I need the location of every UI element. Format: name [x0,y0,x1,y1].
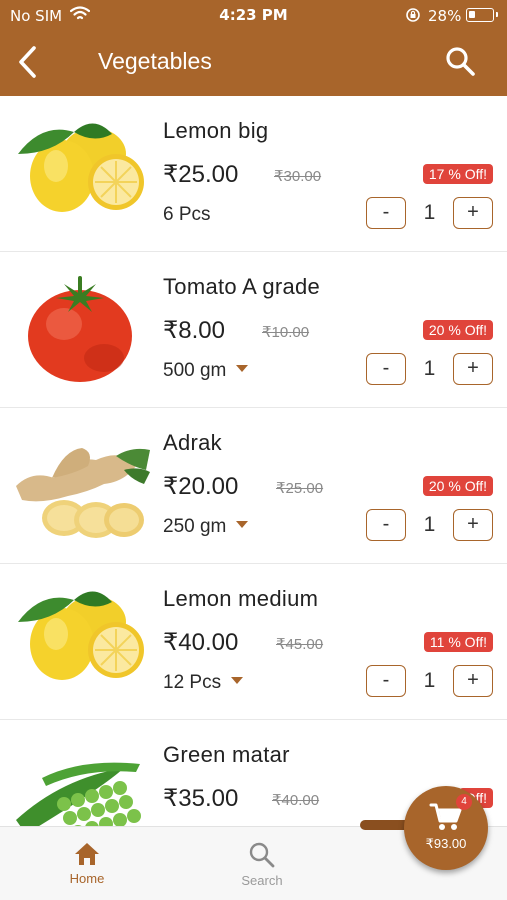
discount-badge: 20 % Off! [422,476,493,496]
product-mrp: ₹10.00 [262,324,310,341]
unit-label: 250 gm [163,516,227,537]
product-price: ₹20.00 [163,473,239,500]
tab-search[interactable]: Search [217,827,307,900]
decrease-qty-button[interactable]: - [366,197,406,229]
tomato-image [12,270,152,385]
nav-bar: Vegetables [0,30,507,96]
qty-value: 1 [423,513,436,536]
page-title: Vegetables [98,48,212,74]
tab-label: Home [69,871,105,886]
ginger-image [12,426,152,541]
qty-value: 1 [423,357,436,380]
product-item-lemon-big[interactable]: Lemon big ₹25.00 ₹30.00 17 % Off! 6 Pcs … [0,96,507,252]
product-name: Tomato A grade [163,274,321,299]
orientation-lock-icon [405,7,421,27]
product-mrp: ₹30.00 [274,168,322,185]
home-icon [75,843,99,865]
product-name: Green matar [163,742,290,767]
product-list: Lemon big ₹25.00 ₹30.00 17 % Off! 6 Pcs … [0,96,507,826]
caret-down-icon [231,677,244,684]
increase-qty-button[interactable]: + [453,197,493,229]
discount-badge: 17 % Off! [422,164,493,184]
product-item-adrak[interactable]: Adrak ₹20.00 ₹25.00 20 % Off! 250 gm - 1… [0,408,507,564]
decrease-qty-button[interactable]: - [366,353,406,385]
qty-value: 1 [423,201,436,224]
product-item-tomato-a-grade[interactable]: Tomato A grade ₹8.00 ₹10.00 20 % Off! 50… [0,252,507,408]
cart-count-badge: 4 [456,794,472,810]
product-unit: 6 Pcs [163,204,211,226]
increase-qty-button[interactable]: + [453,665,493,697]
tab-label: Search [241,873,283,888]
product-mrp: ₹45.00 [276,636,324,653]
battery-percent: 28% [428,7,462,25]
product-name: Adrak [163,430,222,455]
cart-button[interactable]: 4 ₹93.00 [404,786,488,870]
app-header: No SIM 4:23 PM 28% Vegetables [0,0,507,96]
decrease-qty-button[interactable]: - [366,665,406,697]
product-price: ₹40.00 [163,629,239,656]
discount-badge: 20 % Off! [422,320,493,340]
search-icon [446,47,475,76]
search-icon [249,842,275,868]
product-mrp: ₹25.00 [276,480,324,497]
cart-total: ₹93.00 [425,836,467,851]
product-item-lemon-medium[interactable]: Lemon medium ₹40.00 ₹45.00 11 % Off! 12 … [0,564,507,720]
decrease-qty-button[interactable]: - [366,509,406,541]
battery-icon [466,8,498,22]
search-button[interactable] [440,42,480,82]
product-price: ₹35.00 [163,785,239,812]
product-name: Lemon big [163,118,269,143]
unit-dropdown[interactable]: 250 gm [163,516,249,538]
tab-home[interactable]: Home [42,827,132,900]
product-price: ₹25.00 [163,161,239,188]
peas-image [12,738,152,826]
lemon-image [12,582,152,697]
unit-dropdown[interactable]: 500 gm [163,360,249,382]
unit-label: 6 Pcs [163,204,211,225]
status-bar: No SIM 4:23 PM 28% [0,0,507,30]
product-price: ₹8.00 [163,317,225,344]
qty-value: 1 [423,669,436,692]
increase-qty-button[interactable]: + [453,353,493,385]
caret-down-icon [236,365,249,372]
lemon-image [12,114,152,229]
chevron-left-icon [19,46,36,78]
product-name: Lemon medium [163,586,319,611]
unit-label: 12 Pcs [163,672,222,693]
unit-label: 500 gm [163,360,227,381]
back-button[interactable] [10,40,48,84]
discount-badge: 11 % Off! [423,632,493,652]
increase-qty-button[interactable]: + [453,509,493,541]
caret-down-icon [236,521,249,528]
product-mrp: ₹40.00 [272,792,320,809]
unit-dropdown[interactable]: 12 Pcs [163,672,244,694]
